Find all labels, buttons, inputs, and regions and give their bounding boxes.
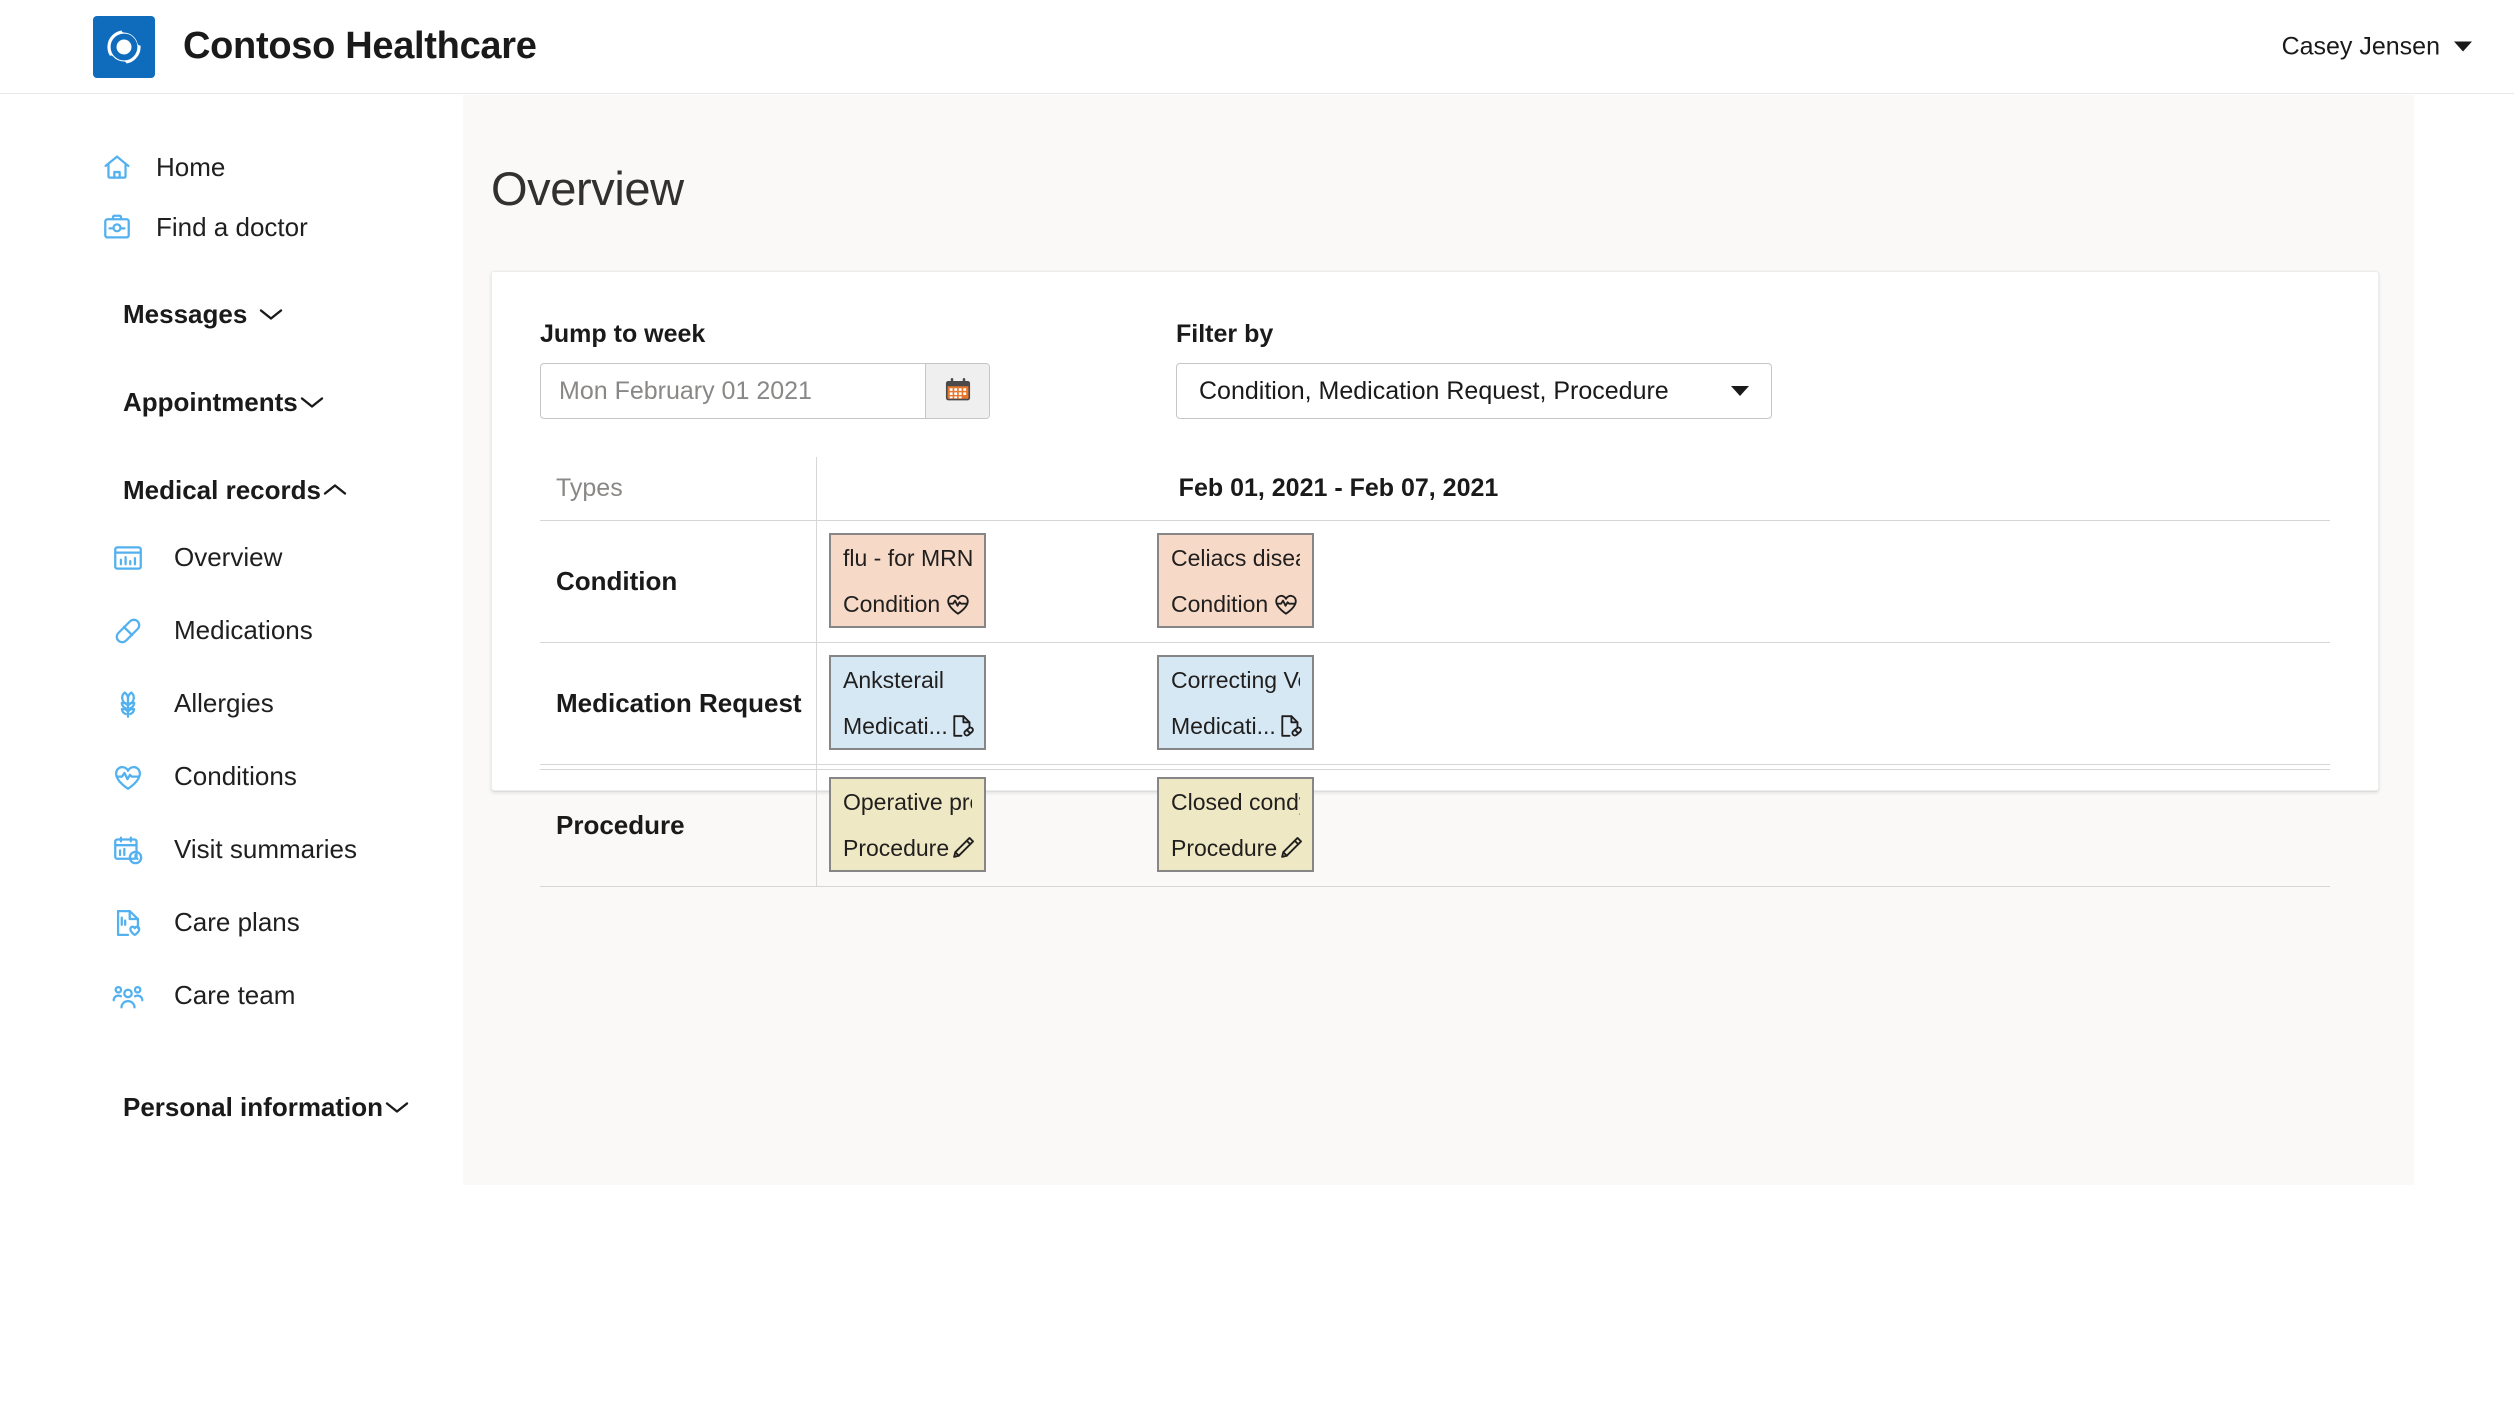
event-title: Operative pro...: [843, 789, 972, 815]
sidebar-item-label: Find a doctor: [156, 211, 308, 242]
main-content: Overview Jump to week Mon February 01 20…: [463, 95, 2414, 1185]
event-type: Condition: [1171, 591, 1269, 617]
syringe-icon: [949, 834, 977, 862]
brand-title: Contoso Healthcare: [183, 25, 537, 67]
sidebar-item-find-a-doctor[interactable]: Find a doctor: [0, 197, 463, 257]
sidebar-group-label: Appointments: [123, 386, 298, 417]
user-name: Casey Jensen: [2281, 32, 2440, 60]
syringe-icon: [1277, 834, 1305, 862]
event-type: Procedure: [1171, 835, 1278, 861]
sidebar-group-label: Medical records: [123, 474, 321, 505]
sidebar-group-medical-records[interactable]: Medical records: [0, 459, 463, 521]
people-team-icon: [110, 978, 146, 1014]
timeline-track: flu - for MRN... Condition: [817, 521, 2330, 642]
chevron-down-icon: [298, 393, 326, 411]
caret-down-icon: [2454, 41, 2472, 52]
overview-panel: Jump to week Mon February 01 2021 Filter…: [491, 271, 2379, 887]
filter-by-value: Condition, Medication Request, Procedure: [1199, 376, 1669, 405]
timeline-event-card[interactable]: flu - for MRN... Condition: [829, 533, 986, 628]
sidebar-item-label: Conditions: [174, 761, 297, 791]
sidebar-item-care-team[interactable]: Care team: [0, 959, 463, 1032]
document-heart-icon: [110, 905, 146, 941]
filter-by-dropdown[interactable]: Condition, Medication Request, Procedure: [1176, 363, 1772, 419]
jump-to-week-picker[interactable]: [540, 363, 990, 419]
timeline-event-card[interactable]: Celiacs diseas... Condition: [1157, 533, 1314, 628]
event-footer: Condition: [843, 590, 972, 618]
heart-pulse-icon: [110, 759, 146, 795]
sidebar-group-messages[interactable]: Messages: [0, 283, 463, 345]
calendar-button[interactable]: [925, 364, 989, 418]
wheat-allergy-icon: [110, 686, 146, 722]
chevron-down-icon: [383, 1098, 411, 1116]
timeline-empty-row: [540, 887, 2330, 985]
timeline-date-range: Feb 01, 2021 - Feb 07, 2021: [1178, 474, 1499, 502]
sidebar-item-care-plans[interactable]: Care plans: [0, 886, 463, 959]
sidebar-item-label: Care plans: [174, 907, 300, 937]
sidebar-item-visit-summaries[interactable]: Visit summaries: [0, 813, 463, 886]
page-title: Overview: [491, 162, 684, 215]
sidebar-item-label: Home: [156, 151, 226, 182]
event-title: Celiacs diseas...: [1171, 545, 1300, 571]
timeline-row-label: Procedure: [540, 765, 817, 886]
sidebar-item-overview[interactable]: Overview: [0, 521, 463, 594]
jump-to-week-field: Jump to week: [540, 320, 990, 419]
event-footer: Condition: [1171, 590, 1300, 618]
pill-icon: [110, 613, 146, 649]
table-row: Condition flu - for MRN... Condition: [540, 521, 2330, 643]
caret-down-icon: [1731, 386, 1749, 396]
timeline-row-label: Condition: [540, 521, 817, 642]
sidebar-item-home[interactable]: Home: [0, 137, 463, 197]
timeline-bottom-divider: [540, 690, 2330, 770]
timeline-track: Operative pro... Procedure: [817, 765, 2330, 886]
sidebar-item-label: Visit summaries: [174, 834, 358, 864]
home-icon: [100, 150, 134, 184]
find-doctor-icon: [100, 210, 134, 244]
sidebar-item-conditions[interactable]: Conditions: [0, 740, 463, 813]
sidebar-item-label: Care team: [174, 980, 296, 1010]
event-title: flu - for MRN...: [843, 545, 972, 571]
sidebar-item-medications[interactable]: Medications: [0, 594, 463, 667]
sidebar-group-label: Personal information: [123, 1091, 384, 1122]
user-menu[interactable]: Casey Jensen: [2282, 32, 2472, 61]
timeline-types-header: Types: [540, 457, 817, 520]
event-footer: Procedure: [1171, 834, 1303, 862]
filter-by-field: Filter by Condition, Medication Request,…: [1176, 320, 1772, 419]
contoso-ring-logo-icon: [93, 15, 155, 78]
event-type: Procedure: [843, 835, 950, 861]
heart-pulse-icon: [944, 590, 972, 618]
event-type: Condition: [843, 591, 941, 617]
jump-to-week-label: Jump to week: [540, 320, 706, 348]
filter-by-label: Filter by: [1176, 320, 1274, 348]
heart-pulse-icon: [1272, 590, 1300, 618]
sidebar-item-label: Allergies: [174, 688, 274, 718]
sidebar: Home Find a doctor Messages Appointments: [0, 95, 463, 1418]
timeline-header-row: Types Feb 01, 2021 - Feb 07, 2021: [540, 457, 2330, 521]
filter-bar: Jump to week Mon February 01 2021 Filter…: [492, 272, 2378, 419]
calendar-clock-icon: [110, 832, 146, 868]
calendar-icon: [943, 375, 973, 408]
event-title: Closed condyl...: [1171, 789, 1300, 815]
chevron-down-icon: [257, 305, 285, 323]
sidebar-item-label: Medications: [174, 615, 313, 645]
timeline-event-card[interactable]: Operative pro... Procedure: [829, 777, 986, 872]
sidebar-group-personal-information[interactable]: Personal information: [0, 1076, 463, 1138]
sidebar-group-appointments[interactable]: Appointments: [0, 371, 463, 433]
brand[interactable]: Contoso Healthcare: [93, 15, 537, 78]
sidebar-item-allergies[interactable]: Allergies: [0, 667, 463, 740]
chart-report-icon: [110, 540, 146, 576]
table-row: Procedure Operative pro... Procedure: [540, 765, 2330, 887]
jump-to-week-input[interactable]: [541, 364, 925, 418]
sidebar-group-label: Messages: [123, 298, 248, 329]
timeline-event-card[interactable]: Closed condyl... Procedure: [1157, 777, 1314, 872]
event-footer: Procedure: [843, 834, 975, 862]
sidebar-item-label: Overview: [174, 542, 283, 572]
chevron-up-icon: [321, 481, 349, 499]
app-header: Contoso Healthcare Casey Jensen: [0, 0, 2514, 94]
